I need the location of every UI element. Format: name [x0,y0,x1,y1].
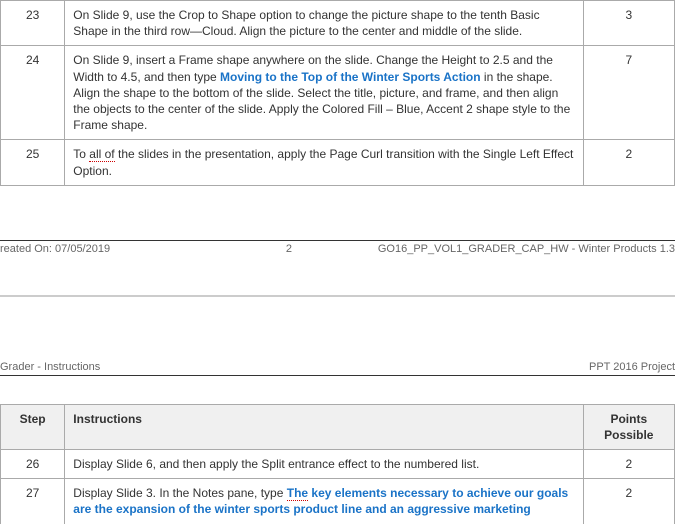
footer-page-number: 2 [286,243,292,255]
table-row: 25 To all of the slides in the presentat… [1,140,675,185]
footer-created: reated On: 07/05/2019 [0,243,110,255]
instructions-table-top: 23 On Slide 9, use the Crop to Shape opt… [0,0,675,186]
table-row: 26 Display Slide 6, and then apply the S… [1,450,675,479]
page-footer: reated On: 07/05/2019 2 GO16_PP_VOL1_GRA… [0,240,675,255]
points-cell: 2 [583,450,674,479]
header-left: Grader - Instructions [0,361,100,373]
points-cell: 3 [583,1,674,46]
step-cell: 25 [1,140,65,185]
step-cell: 26 [1,450,65,479]
points-cell: 2 [583,140,674,185]
step-cell: 24 [1,46,65,140]
step-cell: 23 [1,1,65,46]
instruction-cell: Display Slide 3. In the Notes pane, type… [65,479,583,524]
points-cell: 2 [583,479,674,524]
instruction-cell: On Slide 9, use the Crop to Shape option… [65,1,583,46]
table-row: 27 Display Slide 3. In the Notes pane, t… [1,479,675,524]
table-row: 23 On Slide 9, use the Crop to Shape opt… [1,1,675,46]
page-gap [0,255,675,295]
page-header: Grader - Instructions PPT 2016 Project [0,361,675,376]
highlight-text: The [287,486,308,501]
header-right: PPT 2016 Project [589,361,675,373]
highlight-text: Moving to the Top of the Winter Sports A… [220,70,481,84]
step-cell: 27 [1,479,65,524]
page-separator [0,295,675,297]
spellcheck-text: all of [89,147,114,162]
col-header-step: Step [1,404,65,449]
instruction-cell: Display Slide 6, and then apply the Spli… [65,450,583,479]
table-header-row: Step Instructions Points Possible [1,404,675,449]
col-header-points: Points Possible [583,404,674,449]
instructions-table-bottom: Step Instructions Points Possible 26 Dis… [0,404,675,524]
instruction-cell: On Slide 9, insert a Frame shape anywher… [65,46,583,140]
points-cell: 7 [583,46,674,140]
instruction-cell: To all of the slides in the presentation… [65,140,583,185]
col-header-instructions: Instructions [65,404,583,449]
footer-doc-id: GO16_PP_VOL1_GRADER_CAP_HW - Winter Prod… [378,243,675,255]
table-row: 24 On Slide 9, insert a Frame shape anyw… [1,46,675,140]
